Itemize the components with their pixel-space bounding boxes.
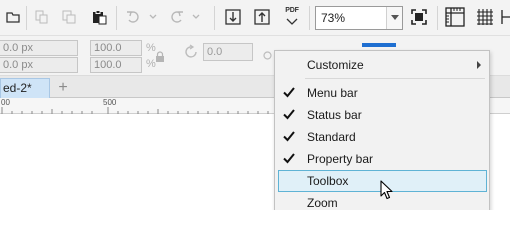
standard-toolbar: PDF 73%	[0, 0, 510, 36]
export-icon[interactable]	[251, 6, 273, 28]
app-window: PDF 73% 0.0 px 0.0 px 100.0 100.0 % % 0.…	[0, 0, 510, 210]
property-bar-selection-indicator	[362, 43, 396, 47]
menu-item-label: Customize	[307, 58, 364, 72]
toolbar-separator	[214, 6, 215, 30]
zoom-level-combo[interactable]: 73%	[315, 6, 403, 30]
rotation-center-icon	[263, 47, 272, 65]
y-position-field[interactable]: 0.0 px	[0, 57, 78, 73]
menu-item-label: Standard	[307, 130, 356, 144]
copy-icon[interactable]	[58, 6, 80, 28]
guidelines-icon[interactable]	[500, 6, 510, 28]
full-screen-icon[interactable]	[408, 6, 430, 28]
toolbar-separator	[437, 6, 438, 30]
grid-icon[interactable]	[474, 6, 496, 28]
menu-item-label: Property bar	[307, 152, 374, 166]
undo-icon[interactable]	[122, 6, 144, 28]
menu-item-customize[interactable]: Customize	[278, 54, 487, 76]
menu-item-label: Zoom	[307, 196, 338, 210]
checkmark-icon	[283, 131, 295, 142]
cut-icon[interactable]	[30, 6, 52, 28]
import-icon[interactable]	[222, 6, 244, 28]
x-position-field[interactable]: 0.0 px	[0, 40, 78, 56]
scale-x-field[interactable]: 100.0	[90, 40, 142, 56]
checkmark-icon	[283, 87, 295, 98]
rotation-icon	[184, 44, 200, 65]
rulers-icon[interactable]	[444, 6, 466, 28]
menu-item-menu-bar[interactable]: Menu bar	[278, 82, 487, 104]
rotation-angle-field[interactable]: 0.0	[203, 43, 253, 61]
document-tab[interactable]: ed-2*	[0, 78, 50, 98]
toolbar-separator	[116, 6, 117, 30]
scale-y-field[interactable]: 100.0	[90, 57, 142, 73]
add-tab-button[interactable]: +	[53, 78, 73, 97]
zoom-level-value: 73%	[321, 11, 346, 25]
checkmark-icon	[283, 109, 295, 120]
lock-ratio-icon[interactable]	[155, 50, 165, 68]
toolbar-separator	[309, 6, 310, 30]
chevron-right-icon	[477, 61, 481, 69]
menu-item-standard[interactable]: Standard	[278, 126, 487, 148]
ruler-label: 500	[103, 98, 117, 107]
menu-item-label: Toolbox	[307, 174, 349, 188]
undo-dropdown-icon[interactable]	[142, 6, 164, 28]
open-icon[interactable]	[2, 6, 24, 28]
menu-item-property-bar[interactable]: Property bar	[278, 148, 487, 170]
menu-item-label: Status bar	[307, 108, 362, 122]
menu-separator	[305, 78, 485, 79]
publish-pdf-button[interactable]: PDF	[281, 6, 303, 28]
paste-icon[interactable]	[88, 6, 110, 28]
pdf-label: PDF	[285, 7, 299, 14]
menu-item-status-bar[interactable]: Status bar	[278, 104, 487, 126]
ruler-label: 00	[1, 98, 10, 107]
checkmark-icon	[283, 153, 295, 164]
toolbar-separator	[26, 6, 27, 30]
redo-dropdown-icon[interactable]	[185, 6, 207, 28]
chevron-down-icon[interactable]	[386, 7, 402, 29]
menu-item-label: Menu bar	[307, 86, 358, 100]
mouse-pointer-icon	[380, 180, 393, 200]
